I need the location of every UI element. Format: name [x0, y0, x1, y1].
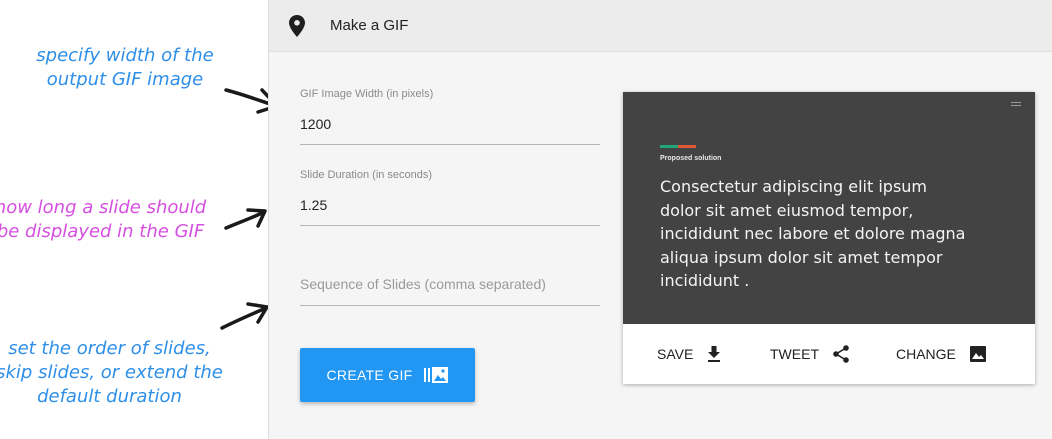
share-icon	[833, 345, 849, 363]
slide-tag: Proposed solution	[660, 155, 722, 162]
change-label: CHANGE	[896, 346, 956, 362]
card-actions: SAVE TWEET CHANGE	[623, 324, 1035, 384]
slide-accent-bar	[660, 145, 696, 148]
tweet-button[interactable]: TWEET	[770, 345, 849, 363]
slide-menu-icon[interactable]	[1011, 102, 1021, 106]
create-gif-label: CREATE GIF	[326, 367, 413, 383]
duration-annotation-line-1: how long a slide should	[0, 197, 207, 218]
order-annotation-line-2: skip slides, or extend the	[0, 362, 223, 383]
create-gif-button[interactable]: CREATE GIF	[300, 348, 475, 402]
arrow-to-sequence-field	[220, 302, 269, 330]
width-annotation-line-1: specify width of the	[36, 45, 214, 66]
width-annotation: specify width of the output GIF image	[20, 44, 230, 92]
slide-preview-card: Proposed solution Consectetur adipiscing…	[623, 92, 1035, 384]
location-pin-icon	[289, 15, 305, 37]
gif-width-underline	[300, 144, 600, 145]
change-image-button[interactable]: CHANGE	[896, 346, 986, 362]
slide-duration-field[interactable]: Slide Duration (in seconds) 1.25	[300, 169, 600, 226]
slide-sequence-underline	[300, 305, 600, 306]
slide-duration-underline	[300, 225, 600, 226]
tweet-label: TWEET	[770, 346, 819, 362]
order-annotation-line-3: default duration	[37, 386, 182, 407]
duration-annotation: how long a slide should be displayed in …	[0, 196, 213, 244]
save-button[interactable]: SAVE	[657, 346, 721, 362]
slide-body-text: Consectetur adipiscing elit ipsum dolor …	[660, 177, 966, 290]
slide-sequence-field[interactable]: Sequence of Slides (comma separated)	[300, 276, 600, 306]
duration-annotation-line-2: be displayed in the GIF	[0, 221, 205, 242]
slide-sequence-input[interactable]: Sequence of Slides (comma separated)	[300, 276, 600, 292]
page-title: Make a GIF	[330, 17, 409, 34]
save-label: SAVE	[657, 346, 694, 362]
download-icon	[708, 346, 721, 362]
slide-preview: Proposed solution Consectetur adipiscing…	[623, 92, 1035, 324]
app-header: Make a GIF	[269, 0, 1052, 52]
arrow-to-duration-field	[224, 208, 267, 230]
slide-duration-label: Slide Duration (in seconds)	[300, 169, 433, 181]
gif-maker-panel: Make a GIF GIF Image Width (in pixels) 1…	[268, 0, 1052, 439]
width-annotation-line-2: output GIF image	[46, 69, 204, 90]
gif-width-input[interactable]: 1200	[300, 116, 600, 132]
slide-duration-input[interactable]: 1.25	[300, 197, 600, 213]
gif-width-label: GIF Image Width (in pixels)	[300, 88, 434, 100]
gif-width-field[interactable]: GIF Image Width (in pixels) 1200	[300, 88, 600, 145]
order-annotation-line-1: set the order of slides,	[8, 338, 211, 359]
gif-slides-icon	[424, 367, 449, 383]
image-icon	[969, 346, 986, 362]
order-annotation: set the order of slides, skip slides, or…	[0, 337, 227, 409]
